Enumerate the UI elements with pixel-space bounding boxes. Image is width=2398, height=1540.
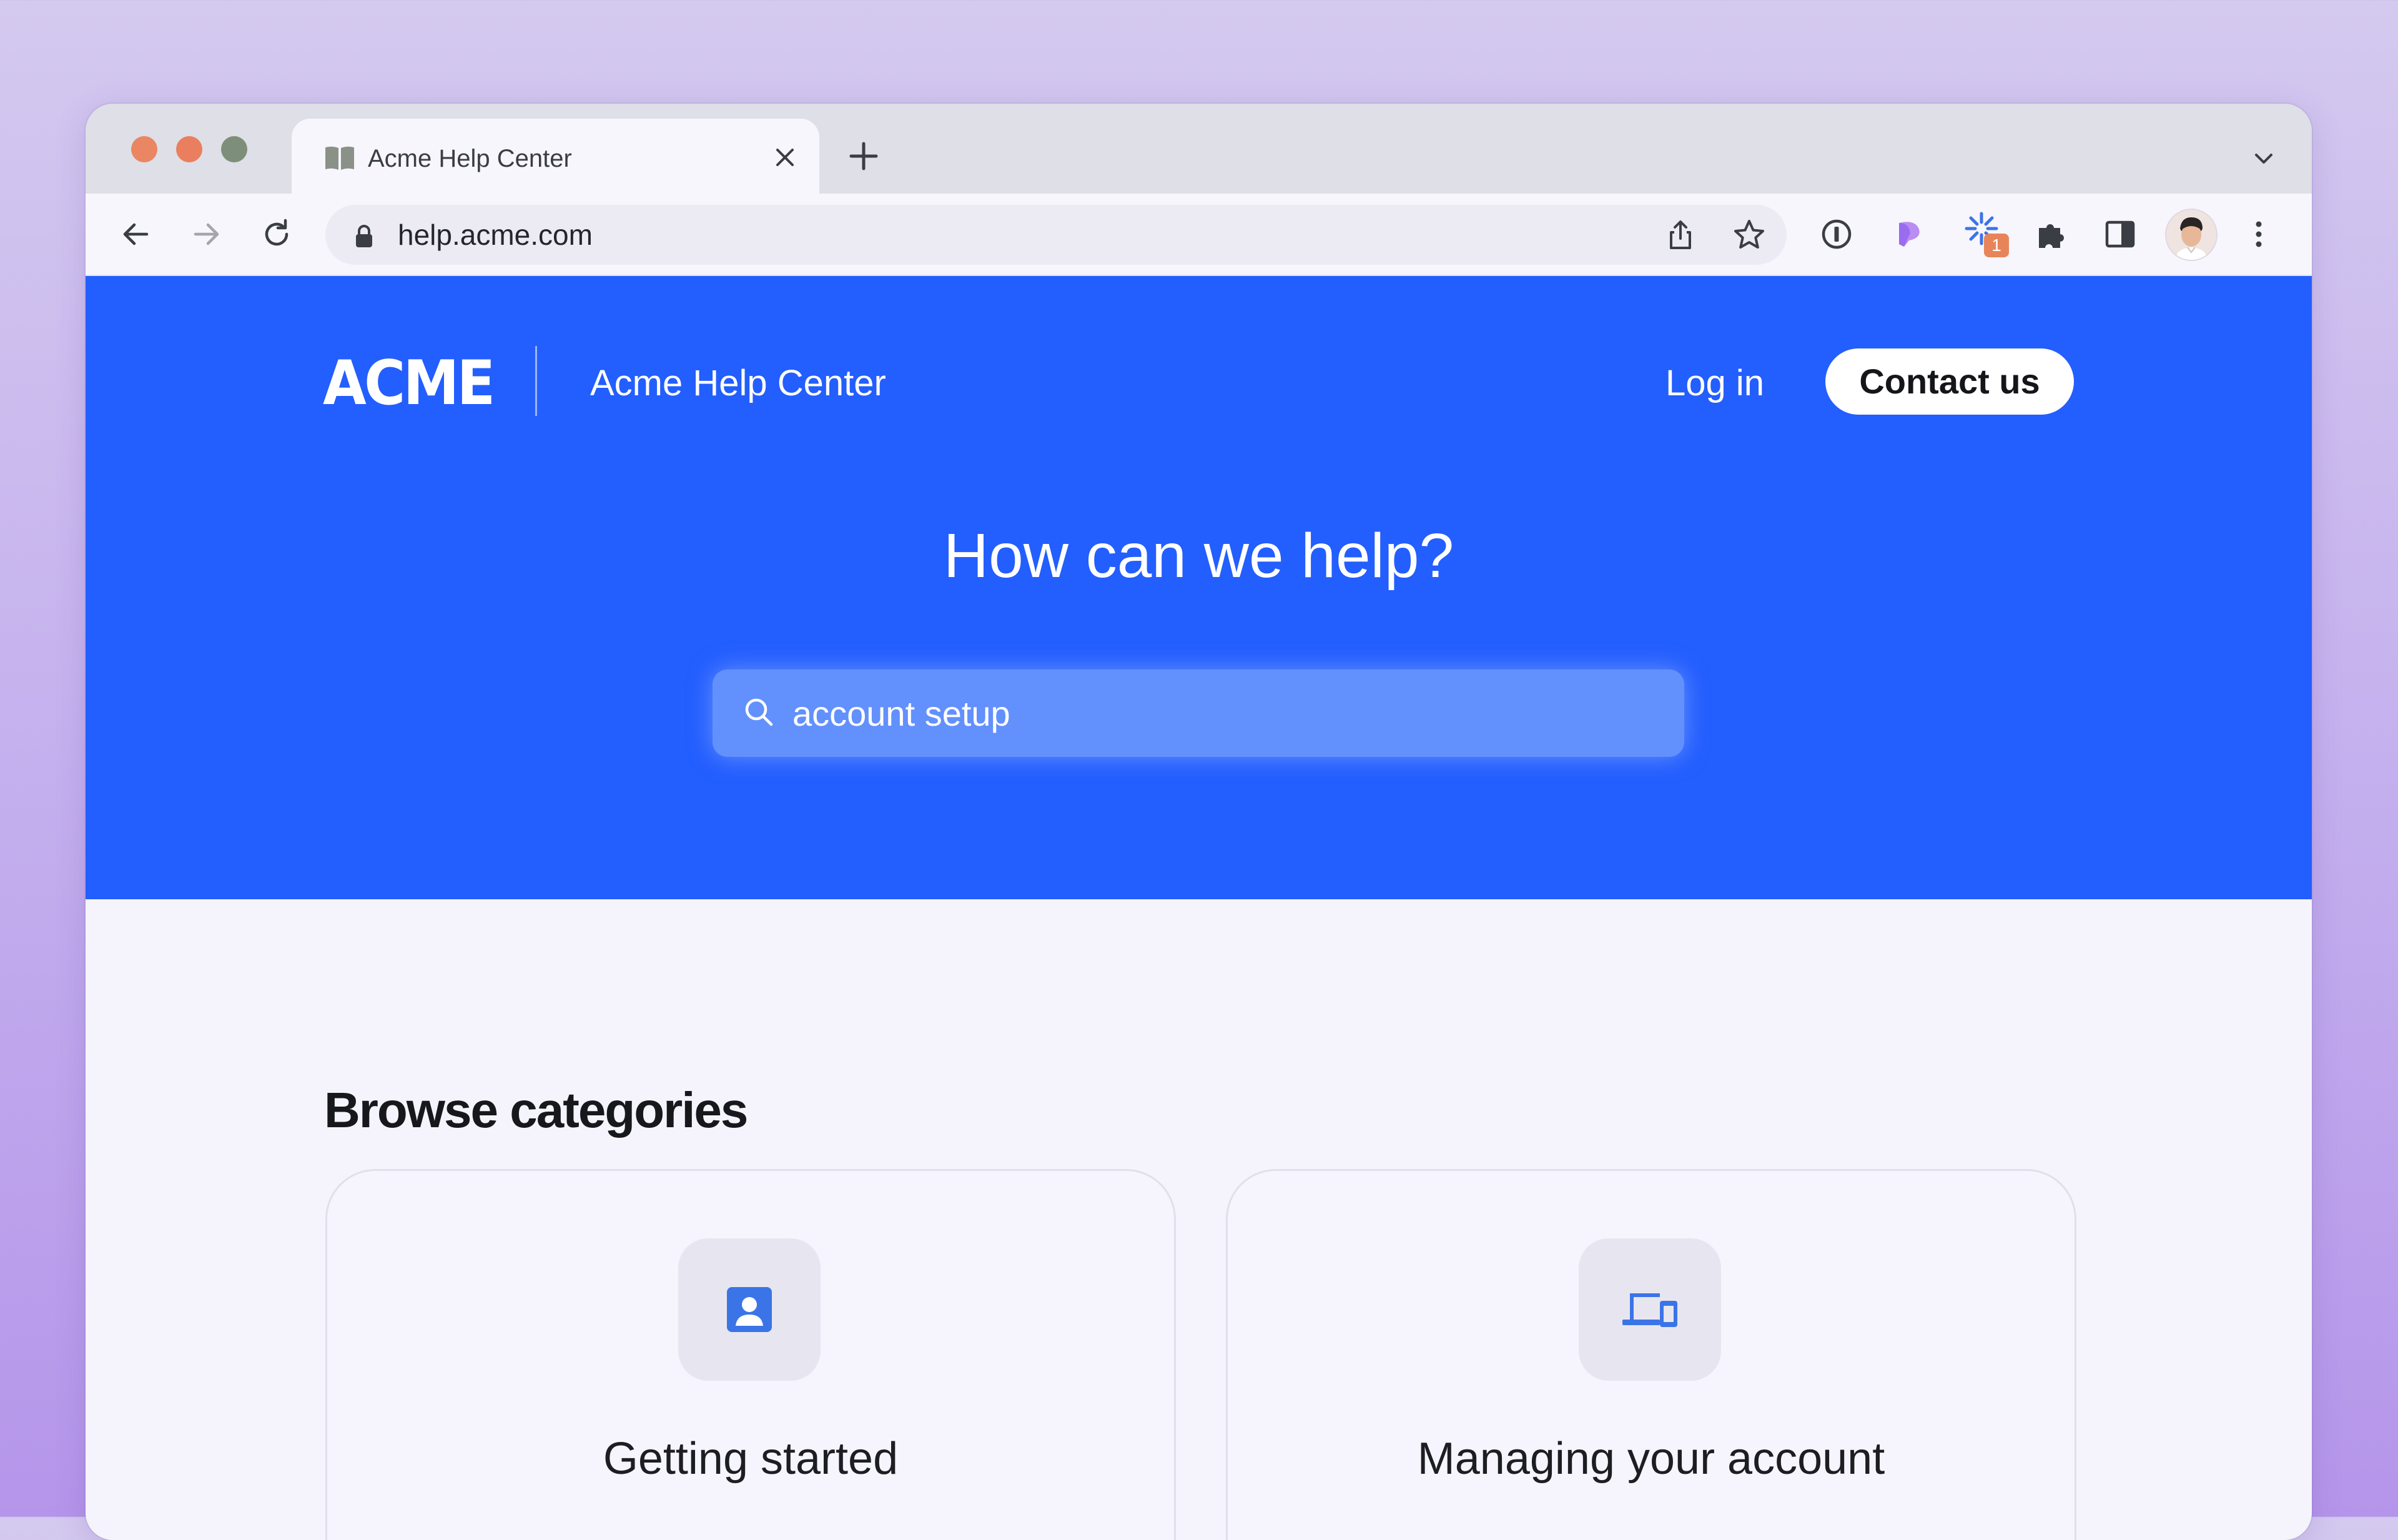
category-title: Getting started [603, 1434, 899, 1484]
maximize-window-button[interactable] [221, 136, 247, 162]
browser-toolbar: help.acme.com 1 [86, 194, 2312, 276]
search-input[interactable] [792, 691, 1642, 736]
search-icon [745, 698, 773, 726]
contact-card-icon [727, 1287, 772, 1332]
category-title: Managing your account [1417, 1434, 1885, 1484]
browse-categories-title: Browse categories [324, 1082, 748, 1138]
close-window-button[interactable] [131, 136, 157, 162]
lock-icon [356, 225, 372, 247]
category-card-managing-account[interactable]: Managing your account [1226, 1169, 2076, 1540]
side-panel-icon[interactable] [2101, 215, 2139, 253]
tab-acme-help-center[interactable]: Acme Help Center [292, 119, 819, 194]
avatar[interactable] [2165, 209, 2218, 261]
minimize-window-button[interactable] [176, 136, 202, 162]
hero-title: How can we help? [943, 521, 1454, 591]
address-bar[interactable]: help.acme.com [325, 205, 1787, 265]
url-text: help.acme.com [398, 219, 593, 251]
page-content: ACME Acme Help Center Log in Contact us … [86, 276, 2312, 1540]
browser-window: Acme Help Center help.acme.com 1 ACME Ac… [86, 104, 2312, 1540]
password-manager-icon[interactable] [1818, 215, 1855, 253]
share-icon[interactable] [1664, 219, 1697, 251]
header-divider [535, 346, 537, 416]
tab-strip: Acme Help Center [86, 104, 2312, 194]
tab-title: Acme Help Center [368, 145, 572, 172]
reload-icon[interactable] [258, 215, 295, 253]
category-card-getting-started[interactable]: Getting started [325, 1169, 1176, 1540]
puzzle-icon[interactable] [2033, 215, 2070, 253]
hero-section: ACME Acme Help Center Log in Contact us … [86, 276, 2312, 899]
close-tab-icon[interactable] [771, 144, 799, 171]
new-tab-icon[interactable] [846, 139, 881, 174]
search-box[interactable] [713, 669, 1684, 757]
extension-badge: 1 [1984, 234, 2009, 257]
chevron-down-icon[interactable] [2250, 145, 2277, 172]
forward-arrow-icon[interactable] [188, 215, 225, 253]
category-icon-box [1579, 1238, 1721, 1381]
wand-icon[interactable] [1890, 215, 1928, 253]
book-icon [325, 146, 354, 170]
sparkle-extension[interactable]: 1 [1960, 210, 2010, 260]
back-arrow-icon[interactable] [117, 215, 154, 253]
profile-photo-icon [2166, 210, 2216, 260]
site-title[interactable]: Acme Help Center [590, 362, 886, 405]
devices-icon [1622, 1293, 1677, 1327]
bookmark-star-icon[interactable] [1732, 217, 1767, 252]
acme-logo[interactable]: ACME [323, 346, 495, 421]
category-icon-box [678, 1238, 821, 1381]
login-link[interactable]: Log in [1665, 362, 1764, 405]
more-options-icon[interactable] [2240, 215, 2277, 253]
contact-us-button[interactable]: Contact us [1825, 348, 2074, 415]
